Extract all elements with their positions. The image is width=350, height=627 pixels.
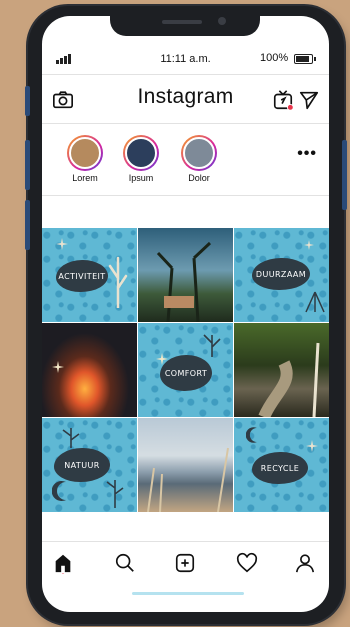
notch [110, 16, 260, 36]
side-button [25, 140, 30, 190]
grid-post[interactable]: RECYCLE [234, 418, 329, 512]
story-label: Dolor [188, 173, 210, 183]
grid-post[interactable]: ACTIVITEIT [42, 228, 137, 322]
moon-icon [52, 481, 66, 501]
stories-bar: Lorem Ipsum Dolor ••• [42, 123, 329, 196]
direct-send-icon[interactable] [298, 89, 320, 111]
grid-post-photo[interactable] [42, 323, 137, 417]
story-avatar [125, 137, 157, 169]
story-ring [181, 135, 217, 171]
plant-icon [108, 256, 128, 308]
home-icon[interactable] [52, 552, 74, 574]
story-label: Ipsum [128, 173, 154, 183]
grid-post-photo[interactable] [234, 323, 329, 417]
power-button [342, 140, 347, 210]
tripod-icon [305, 291, 325, 313]
home-indicator [132, 592, 244, 595]
grid-post-photo[interactable] [138, 228, 233, 322]
more-options-icon[interactable]: ••• [297, 145, 317, 163]
reeds-illustration [147, 447, 229, 512]
battery-icon [294, 54, 316, 64]
bottom-nav [42, 541, 329, 582]
grid-post-photo[interactable] [138, 418, 233, 512]
status-bar: 11:11 a.m. 100% [42, 52, 329, 68]
igtv-icon[interactable] [272, 89, 294, 111]
heart-icon[interactable] [236, 552, 258, 574]
add-post-icon[interactable] [174, 552, 196, 574]
story-ring [67, 135, 103, 171]
grid-post[interactable]: COMFORT [138, 323, 233, 417]
plant-icon [106, 480, 124, 508]
sparkle-icon [56, 238, 68, 250]
phone-screen: 11:11 a.m. 100% Instagram Lorem Ipsum Do… [42, 16, 329, 612]
moon-icon [246, 427, 257, 443]
battery-percent: 100% [260, 52, 289, 64]
story-avatar [183, 137, 215, 169]
story-item[interactable]: Lorem [62, 135, 108, 183]
story-avatar [69, 137, 101, 169]
front-camera [218, 17, 226, 25]
sparkle-icon [156, 353, 168, 365]
story-item[interactable]: Ipsum [118, 135, 164, 183]
search-icon[interactable] [114, 552, 136, 574]
tree-icon [156, 241, 212, 322]
app-header: Instagram [42, 74, 329, 124]
post-label: ACTIVITEIT [56, 260, 108, 292]
sparkle-icon [306, 440, 318, 452]
side-button [25, 200, 30, 250]
path-illustration [258, 342, 320, 417]
plant-icon [203, 334, 221, 357]
post-label: DUURZAAM [252, 258, 310, 290]
story-label: Lorem [72, 173, 98, 183]
profile-icon[interactable] [294, 552, 316, 574]
sparkle-icon [304, 240, 314, 250]
speaker [162, 20, 202, 24]
post-grid: ACTIVITEIT DUURZAAM COMFORT NATUUR RECYC… [42, 228, 329, 512]
sparkle-icon [52, 361, 64, 373]
grid-post[interactable]: NATUUR [42, 418, 137, 512]
story-item[interactable]: Dolor [176, 135, 222, 183]
story-ring [123, 135, 159, 171]
post-label: RECYCLE [252, 452, 308, 484]
grid-post[interactable]: DUURZAAM [234, 228, 329, 322]
side-button [25, 86, 30, 116]
plant-icon [62, 428, 80, 448]
